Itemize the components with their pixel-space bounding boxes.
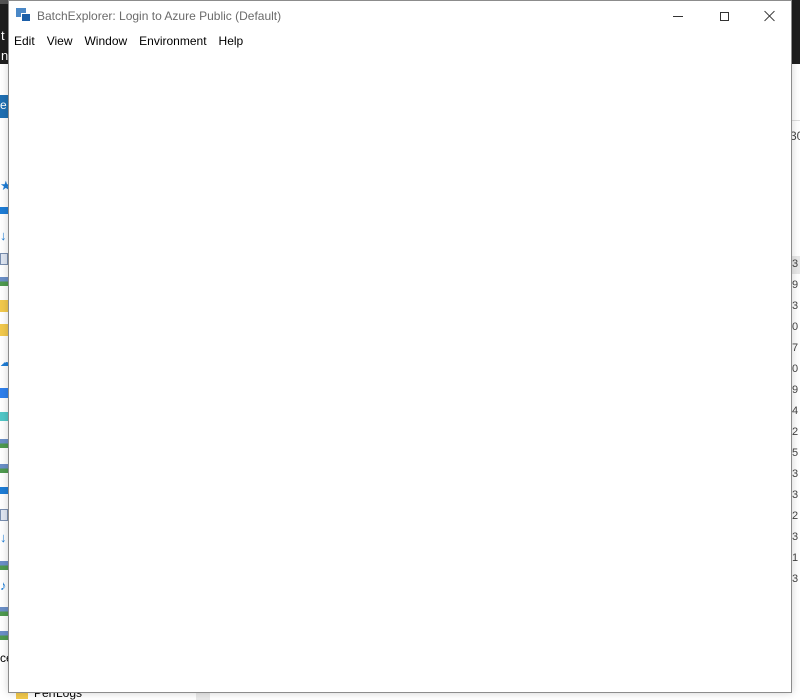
- image-icon: [0, 561, 8, 570]
- music-note-icon: ♪: [0, 578, 7, 593]
- background-digit: 3: [792, 489, 799, 501]
- background-digit: 3: [792, 573, 799, 585]
- folder-icon: [0, 324, 8, 336]
- onedrive-cloud-icon: ☁: [0, 357, 11, 369]
- this-pc-icon: [0, 388, 8, 398]
- maximize-button[interactable]: [701, 1, 747, 31]
- image-icon: [0, 464, 8, 473]
- maximize-icon: [719, 11, 729, 21]
- background-digit: 3: [792, 300, 799, 312]
- background-digit: 9: [792, 279, 799, 291]
- background-scrollbar: [196, 692, 210, 700]
- background-digit: 2: [792, 510, 799, 522]
- app-icon-front-square: [21, 13, 31, 22]
- background-digit: 2: [792, 426, 799, 438]
- window-title: BatchExplorer: Login to Azure Public (De…: [37, 9, 282, 23]
- close-icon: [764, 10, 776, 22]
- downloads-arrow-icon: ↓: [0, 228, 7, 243]
- background-text-fragment: e: [0, 98, 7, 112]
- background-digit: 7: [792, 342, 799, 354]
- batchexplorer-app-icon: [16, 8, 32, 23]
- documents-icon: [0, 253, 8, 265]
- menu-environment[interactable]: Environment: [133, 31, 212, 52]
- background-digit: 3: [792, 468, 799, 480]
- pictures-icon: [0, 277, 8, 286]
- desktop-icon: [0, 207, 8, 214]
- batchexplorer-login-window: BatchExplorer: Login to Azure Public (De…: [8, 0, 792, 693]
- close-button[interactable]: [747, 1, 793, 31]
- background-digit: 1: [792, 552, 799, 564]
- menu-edit[interactable]: Edit: [9, 31, 41, 52]
- image-icon: [0, 607, 8, 616]
- image-icon: [0, 439, 8, 448]
- background-digit: 9: [792, 384, 799, 396]
- menu-view[interactable]: View: [41, 31, 79, 52]
- title-bar[interactable]: BatchExplorer: Login to Azure Public (De…: [9, 1, 791, 31]
- background-digit: 0: [792, 321, 799, 333]
- minimize-button[interactable]: [655, 1, 701, 31]
- background-ribbon-tab: e: [0, 95, 8, 118]
- minimize-icon: [673, 15, 683, 17]
- menu-help[interactable]: Help: [213, 31, 250, 52]
- login-content-area: [9, 52, 791, 692]
- background-digit: 5: [792, 447, 799, 459]
- menu-window[interactable]: Window: [78, 31, 133, 52]
- quick-access-star-icon: ★: [0, 178, 12, 193]
- desktop-icon: [0, 487, 8, 494]
- downloads-arrow-icon: ↓: [0, 530, 7, 545]
- background-digit: 0: [792, 363, 799, 375]
- background-digit: 4: [792, 405, 799, 417]
- menu-bar: Edit View Window Environment Help: [9, 31, 791, 52]
- background-digit: 3: [792, 531, 799, 543]
- background-digit: 3: [792, 258, 799, 270]
- background-text-fragment: t: [1, 28, 5, 43]
- documents-icon: [0, 509, 8, 521]
- folder-icon: [0, 300, 8, 312]
- image-icon: [0, 631, 8, 640]
- drive-icon: [0, 412, 8, 421]
